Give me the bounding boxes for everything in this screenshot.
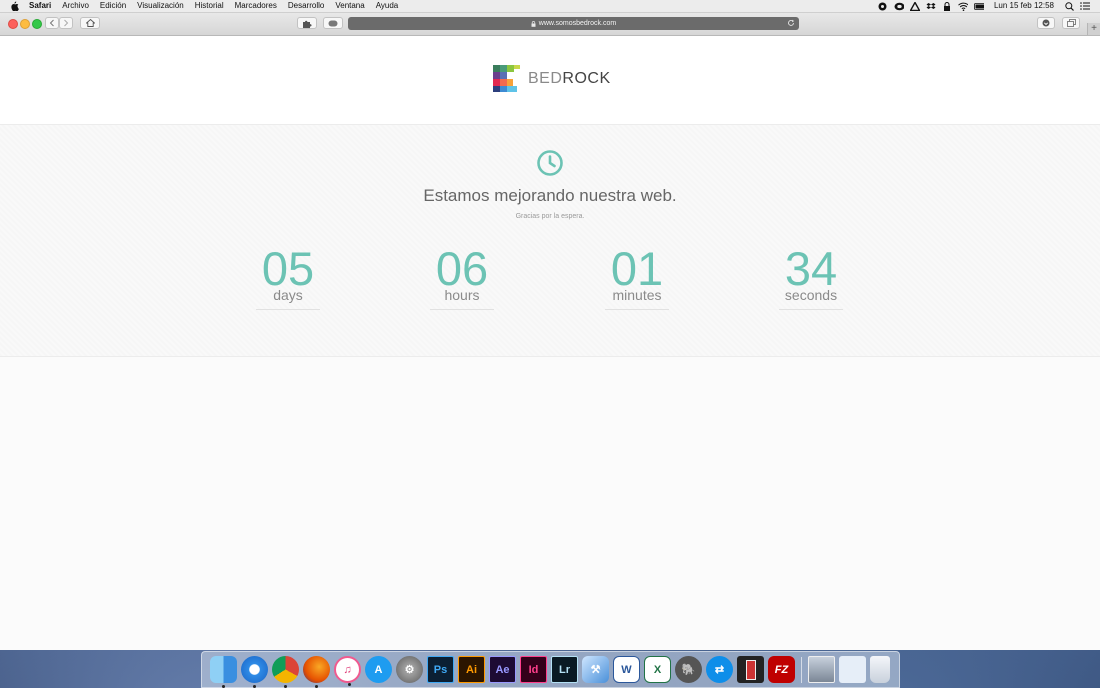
menu-edicion[interactable]: Edición (100, 0, 126, 12)
dock-separator (801, 656, 802, 683)
lightroom-icon[interactable]: Lr (551, 656, 578, 683)
chevron-right-icon (64, 19, 69, 27)
window-minimize-button[interactable] (20, 19, 30, 29)
xcode-icon[interactable]: ⚒ (582, 656, 609, 683)
itunes-icon[interactable]: ♫ (334, 656, 361, 686)
extension-button[interactable] (297, 17, 317, 29)
menu-visualizacion[interactable]: Visualización (137, 0, 184, 12)
home-button[interactable] (80, 17, 100, 29)
running-indicator (348, 683, 351, 686)
puzzle-icon (303, 20, 312, 28)
divider (430, 309, 494, 310)
safari-icon[interactable] (241, 656, 268, 688)
menu-ayuda[interactable]: Ayuda (376, 0, 399, 12)
downloads-folder-icon[interactable] (839, 656, 866, 683)
safari-window: www.somosbedrock.com + BEDROCK Estamos m… (0, 13, 1100, 650)
creative-cloud-icon[interactable] (894, 1, 904, 11)
logo-prefix: BED (528, 69, 563, 87)
divider (605, 309, 669, 310)
dropbox-icon[interactable] (926, 1, 936, 11)
status-app-icon-1[interactable] (878, 1, 888, 11)
illustrator-icon[interactable]: Ai (458, 656, 485, 683)
downloads-button[interactable] (1037, 17, 1055, 29)
chrome-icon[interactable] (272, 656, 299, 688)
logo-suffix: ROCK (562, 69, 611, 87)
spotlight-search-icon[interactable] (1064, 1, 1074, 11)
back-button[interactable] (45, 17, 59, 29)
menu-archivo[interactable]: Archivo (62, 0, 89, 12)
battery-app-icon[interactable] (737, 656, 764, 683)
new-tab-button[interactable]: + (1087, 23, 1100, 35)
countdown-value: 34 (784, 242, 838, 295)
apple-icon[interactable] (10, 1, 20, 11)
countdown-hours: 06 hours (427, 245, 497, 310)
adblock-button[interactable] (323, 17, 343, 29)
menubar-clock[interactable]: Lun 15 feb 12:58 (994, 0, 1054, 12)
finder-icon[interactable] (210, 656, 237, 688)
battery-icon[interactable] (974, 1, 984, 11)
firefox-icon[interactable] (303, 656, 330, 688)
tabs-icon (1066, 19, 1076, 27)
maintenance-headline: Estamos mejorando nuestra web. (423, 186, 677, 205)
menu-desarrollo[interactable]: Desarrollo (288, 0, 324, 12)
status-area: Lun 15 feb 12:58 (872, 0, 1100, 12)
divider (256, 309, 320, 310)
countdown-minutes: 01 minutes (602, 245, 672, 310)
countdown-unit: minutes (612, 287, 662, 303)
window-close-button[interactable] (8, 19, 18, 29)
site-logo[interactable]: BEDROCK (493, 65, 611, 92)
download-icon (1042, 19, 1050, 27)
google-drive-icon[interactable] (909, 1, 920, 11)
menu-marcadores[interactable]: Marcadores (235, 0, 277, 12)
bedrock-logo-icon (493, 65, 520, 92)
dock: ♫ A ⚙ Ps Ai Ae Id Lr ⚒ W X 🐘 ⇄ FZ (201, 651, 900, 688)
countdown-days: 05 days (253, 245, 323, 310)
url-text: www.somosbedrock.com (538, 20, 617, 27)
chevron-left-icon (49, 19, 54, 27)
lock-icon[interactable] (942, 1, 952, 11)
maintenance-section: Estamos mejorando nuestra web. Gracias p… (0, 125, 1100, 357)
reload-icon[interactable] (787, 19, 795, 27)
mamp-icon[interactable]: 🐘 (675, 656, 702, 683)
photo-preview-icon[interactable] (808, 656, 835, 683)
tab-overview-button[interactable] (1062, 17, 1080, 29)
logo-wordmark: BEDROCK (528, 70, 611, 88)
excel-icon[interactable]: X (644, 656, 671, 683)
divider (779, 309, 843, 310)
window-zoom-button[interactable] (32, 19, 42, 29)
menu-app-safari[interactable]: Safari (29, 0, 51, 12)
lock-icon (531, 20, 536, 27)
photoshop-icon[interactable]: Ps (427, 656, 454, 683)
adblock-icon (328, 20, 338, 26)
address-bar[interactable]: www.somosbedrock.com (348, 17, 799, 30)
notification-center-icon[interactable] (1080, 1, 1090, 11)
filezilla-icon[interactable]: FZ (768, 656, 795, 683)
trash-icon[interactable] (870, 656, 890, 683)
system-preferences-icon[interactable]: ⚙ (396, 656, 423, 683)
menu-historial[interactable]: Historial (195, 0, 224, 12)
clock-icon (537, 150, 563, 176)
maintenance-subline: Gracias por la espera. (515, 213, 585, 220)
after-effects-icon[interactable]: Ae (489, 656, 516, 683)
app-store-icon[interactable]: A (365, 656, 392, 683)
countdown-value: 06 (435, 242, 489, 295)
browser-toolbar: www.somosbedrock.com + (0, 13, 1100, 36)
forward-button[interactable] (59, 17, 73, 29)
word-icon[interactable]: W (613, 656, 640, 683)
site-header: BEDROCK (0, 36, 1100, 125)
home-icon (85, 19, 95, 27)
countdown-value: 05 (261, 242, 315, 295)
menu-bar: Safari Archivo Edición Visualización His… (0, 0, 1100, 13)
teamviewer-icon[interactable]: ⇄ (706, 656, 733, 683)
menu-ventana[interactable]: Ventana (335, 0, 364, 12)
indesign-icon[interactable]: Id (520, 656, 547, 683)
countdown-unit: seconds (784, 287, 838, 303)
page-body-empty (0, 357, 1100, 650)
wifi-icon[interactable] (958, 1, 968, 11)
countdown-seconds: 34 seconds (776, 245, 846, 310)
countdown-value: 01 (610, 242, 664, 295)
